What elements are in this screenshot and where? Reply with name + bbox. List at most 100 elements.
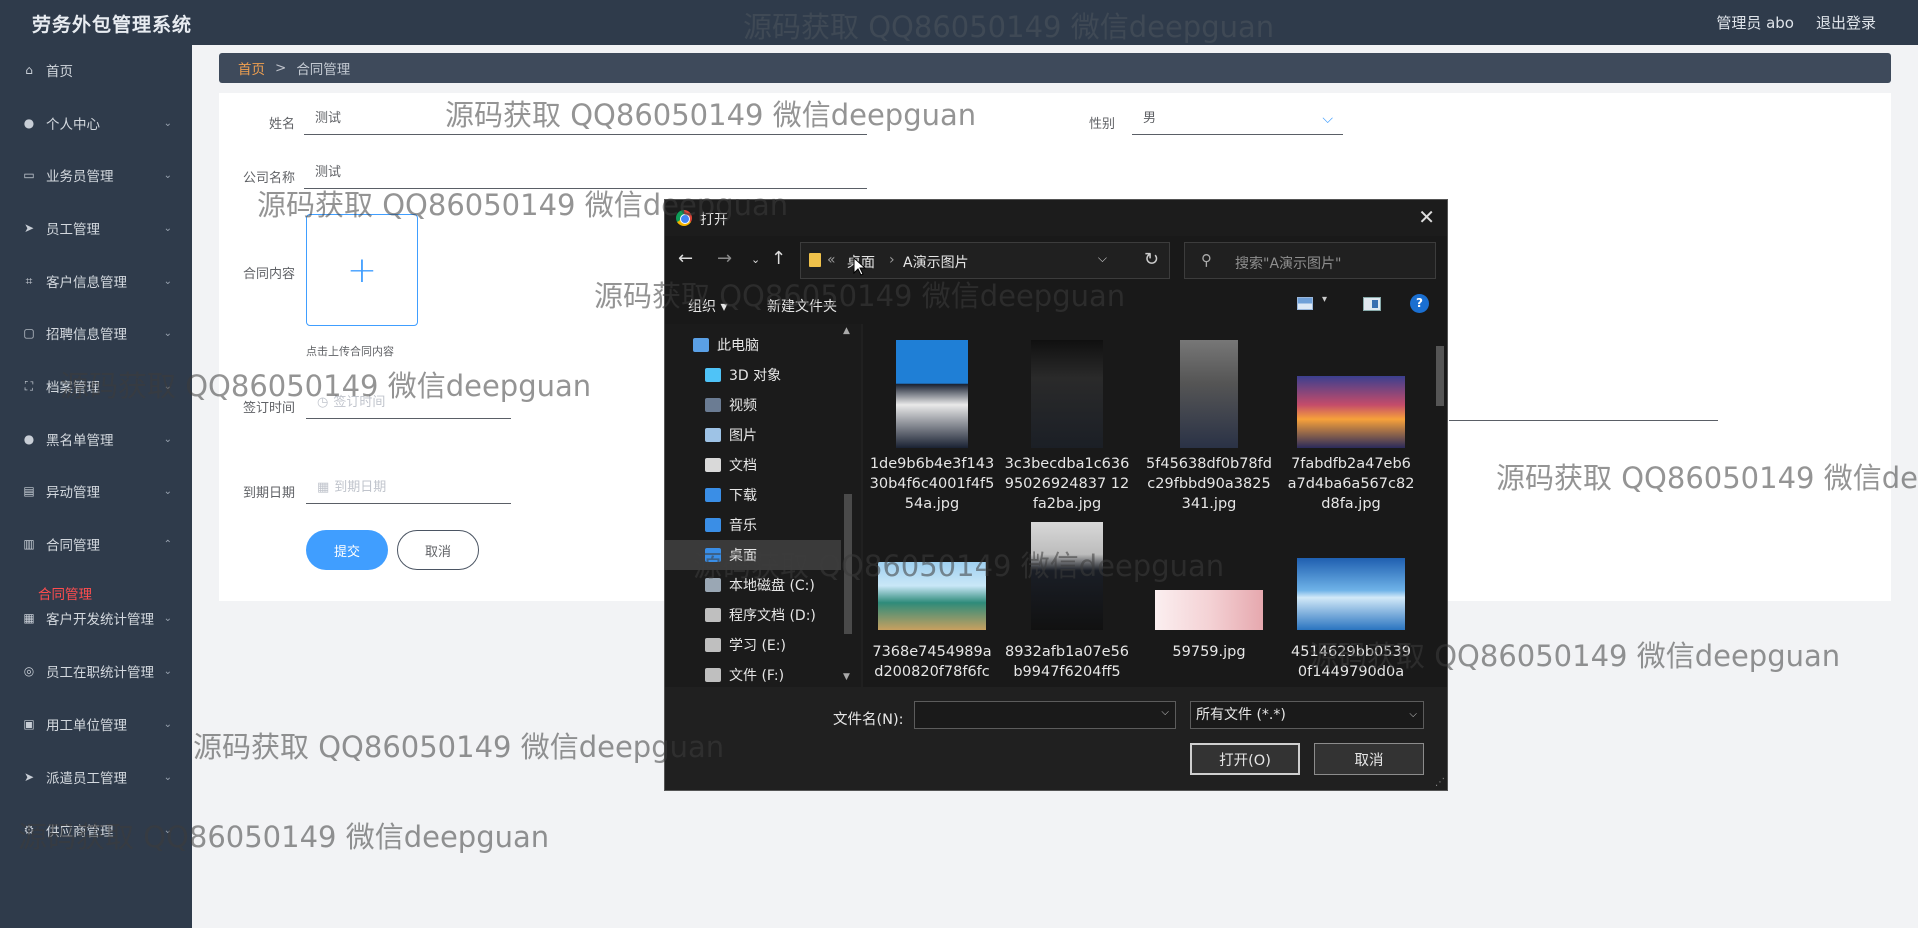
sidebar-subitem-contract[interactable]: 合同管理 — [38, 583, 92, 603]
tree-item[interactable]: 文档 — [705, 450, 757, 480]
search-icon: ⚲ — [1201, 251, 1212, 269]
file-thumbnail[interactable] — [1031, 340, 1103, 448]
sidebar-item[interactable]: ⌂ 首页 — [0, 50, 192, 90]
preview-pane-icon[interactable] — [1363, 297, 1381, 311]
sidebar-item[interactable]: ▢ 招聘信息管理 ⌄ — [0, 313, 192, 353]
chrome-icon — [676, 210, 692, 226]
plus-icon: + — [346, 249, 378, 291]
sign-date-picker[interactable]: ◷ 签订时间 — [306, 389, 511, 419]
path-more[interactable]: « — [827, 252, 836, 268]
tree-item-label: 文件 (F:) — [729, 668, 785, 684]
tree-item-label: 视频 — [729, 398, 757, 414]
sidebar-item[interactable]: ➤ 派遣员工管理 ⌄ — [0, 757, 192, 797]
sidebar-item[interactable]: ▭ 业务员管理 ⌄ — [0, 155, 192, 195]
path-folder[interactable]: A演示图片 — [903, 252, 969, 272]
navigation-tree: ▲ ▼ 此电脑 3D 对象视频图片文档下载音乐桌面 本地磁盘 (C:) 程序文档 (D… — [665, 324, 861, 687]
file-thumbnail[interactable] — [1297, 376, 1405, 448]
cancel-button[interactable]: 取消 — [397, 530, 479, 570]
sidebar-item[interactable]: ● 个人中心 ⌄ — [0, 103, 192, 143]
sidebar-item-label: 派遣员工管理 — [46, 771, 127, 787]
scroll-thumb[interactable] — [844, 494, 852, 634]
sidebar-item[interactable]: ● 黑名单管理 ⌄ — [0, 419, 192, 459]
tree-item[interactable]: 学习 (E:) — [705, 630, 786, 660]
company-field[interactable]: 测试 — [304, 159, 867, 189]
tree-item[interactable]: 此电脑 — [693, 330, 759, 360]
expire-date-picker[interactable]: ▦ 到期日期 — [306, 474, 511, 504]
tree-item-label: 图片 — [729, 428, 757, 444]
tree-item[interactable]: 程序文档 (D:) — [705, 600, 816, 630]
file-thumbnail[interactable] — [1155, 590, 1263, 630]
sidebar-item[interactable]: ⛶ 档案管理 ⌄ — [0, 366, 192, 406]
view-dropdown-icon[interactable]: ▾ — [1322, 294, 1327, 305]
logout-button[interactable]: 退出登录 — [1816, 12, 1876, 33]
sidebar-item[interactable]: ▥ 合同管理 ⌃ — [0, 524, 192, 564]
filename-input[interactable]: ⌵ — [914, 701, 1176, 729]
close-icon[interactable]: ✕ — [1418, 205, 1435, 229]
company-label: 公司名称 — [242, 171, 295, 186]
sidebar-item-label: 业务员管理 — [46, 169, 114, 185]
file-name: 3c3becdba1c63695026924837 12fa2ba.jpg — [1004, 456, 1130, 512]
tree-item[interactable]: 视频 — [705, 390, 757, 420]
navigation-bar: ← → ⌄ ↑ « 桌面 › A演示图片 ⌵ ↻ ⚲ 搜索"A演示图片" — [665, 236, 1447, 284]
tree-item[interactable]: 文件 (F:) — [705, 660, 784, 687]
name-field[interactable]: 测试 — [304, 105, 867, 135]
file-thumbnail[interactable] — [878, 562, 986, 630]
up-arrow-icon[interactable]: ↑ — [771, 248, 786, 269]
chevron-down-icon[interactable]: ⌵ — [1161, 707, 1169, 718]
frame-icon: ⛶ — [24, 378, 34, 393]
refresh-icon[interactable]: ↻ — [1144, 249, 1159, 270]
filetype-select[interactable]: 所有文件 (*.*) ⌵ — [1190, 701, 1424, 729]
tree-item[interactable]: 3D 对象 — [705, 360, 781, 390]
scroll-up-icon[interactable]: ▲ — [843, 326, 850, 336]
sidebar-item[interactable]: ⚙ 供应商管理 ⌄ — [0, 810, 192, 850]
forward-arrow-icon[interactable]: → — [717, 248, 732, 269]
sidebar-item[interactable]: ⌗ 客户信息管理 ⌄ — [0, 261, 192, 301]
file-thumbnail[interactable] — [1180, 340, 1238, 448]
tree-item[interactable]: 音乐 — [705, 510, 757, 540]
path-separator: › — [889, 252, 895, 268]
file-name: 5f45638df0b78fdc29fbbd90a3825341.jpg — [1146, 456, 1272, 512]
resize-grip-icon[interactable]: ⋰ — [1435, 777, 1445, 788]
sidebar-item[interactable]: ➤ 员工管理 ⌄ — [0, 208, 192, 248]
top-right-actions: 管理员 abo 退出登录 — [1716, 12, 1876, 33]
sidebar-item-label: 员工在职统计管理 — [46, 665, 154, 681]
file-name: 7fabdfb2a47eb6a7d4ba6a567c82d8fa.jpg — [1287, 456, 1415, 512]
file-thumbnail[interactable] — [896, 340, 968, 448]
sidebar-item[interactable]: ▦ 客户开发统计管理 ⌄ — [0, 598, 192, 638]
tree-item[interactable]: 桌面 — [665, 540, 841, 570]
gender-value: 男 — [1143, 111, 1157, 126]
submit-button[interactable]: 提交 — [306, 530, 388, 570]
upload-button[interactable]: + — [306, 214, 418, 326]
organize-button[interactable]: 组织 ▾ — [688, 296, 727, 316]
open-button[interactable]: 打开(O) — [1190, 743, 1300, 775]
tree-item[interactable]: 图片 — [705, 420, 757, 450]
files-scrollbar[interactable] — [1433, 324, 1447, 687]
scroll-down-icon[interactable]: ▼ — [843, 672, 850, 682]
chevron-down-icon[interactable]: ⌵ — [1098, 251, 1107, 266]
user-label[interactable]: 管理员 abo — [1716, 12, 1794, 33]
breadcrumb-home[interactable]: 首页 — [238, 58, 265, 78]
folder-icon — [705, 518, 721, 532]
search-box[interactable]: ⚲ 搜索"A演示图片" — [1184, 242, 1436, 279]
file-name: 8932afb1a07e56b9947f6204ff5 — [1004, 644, 1130, 680]
back-arrow-icon[interactable]: ← — [678, 248, 693, 269]
tree-item-label: 下载 — [729, 488, 757, 504]
new-folder-button[interactable]: 新建文件夹 — [767, 296, 837, 316]
view-mode-icon[interactable] — [1297, 297, 1313, 310]
gender-select[interactable]: 男 ⌵ — [1132, 105, 1343, 135]
tree-item[interactable]: 本地磁盘 (C:) — [705, 570, 815, 600]
tree-item-label: 音乐 — [729, 518, 757, 534]
sidebar-item[interactable]: ▤ 异动管理 ⌄ — [0, 471, 192, 511]
recent-dropdown-icon[interactable]: ⌄ — [751, 253, 760, 266]
sidebar-item[interactable]: ◎ 员工在职统计管理 ⌄ — [0, 651, 192, 691]
file-thumbnail[interactable] — [1031, 522, 1103, 630]
calendar-icon: ▦ — [317, 480, 330, 495]
sign-date-label: 签订时间 — [242, 401, 295, 416]
tree-scrollbar[interactable]: ▲ ▼ — [841, 324, 855, 687]
sidebar-item[interactable]: ▣ 用工单位管理 ⌄ — [0, 704, 192, 744]
help-icon[interactable]: ? — [1410, 294, 1429, 313]
dialog-cancel-button[interactable]: 取消 — [1314, 743, 1424, 775]
file-thumbnail[interactable] — [1297, 558, 1405, 630]
scroll-thumb[interactable] — [1436, 346, 1444, 406]
tree-item[interactable]: 下载 — [705, 480, 757, 510]
